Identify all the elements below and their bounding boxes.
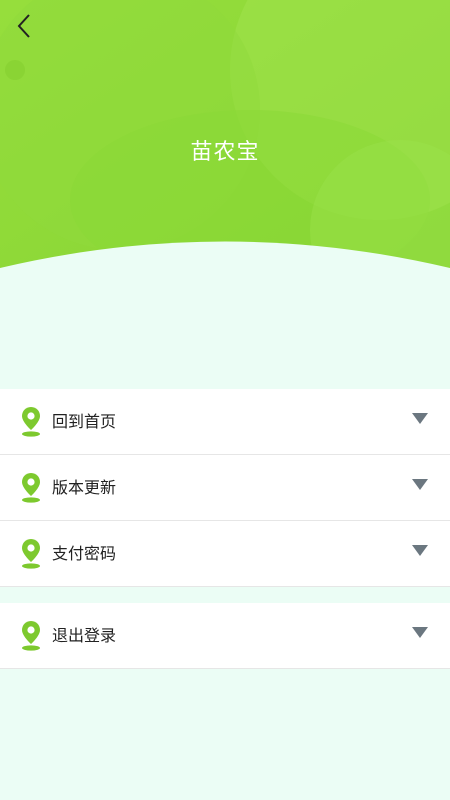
chevron-down-icon: [412, 545, 428, 556]
chevron-left-icon: [17, 14, 30, 38]
location-pin-icon: [22, 407, 40, 437]
location-pin-icon: [22, 473, 40, 503]
back-button[interactable]: [8, 8, 40, 44]
chevron-down-icon: [412, 479, 428, 490]
header-banner: 苗农宝: [0, 0, 450, 300]
menu-item-label: 支付密码: [52, 544, 117, 563]
menu-item-label: 退出登录: [52, 626, 117, 645]
menu-item-logout[interactable]: 退出登录: [0, 603, 450, 669]
menu-item-payment-password[interactable]: 支付密码: [0, 521, 450, 587]
menu-item-home[interactable]: 回到首页: [0, 389, 450, 455]
location-pin-icon: [22, 539, 40, 569]
logout-menu: 退出登录: [0, 603, 450, 669]
page-title: 苗农宝: [190, 140, 260, 165]
chevron-down-icon: [412, 413, 428, 424]
menu-item-label: 版本更新: [52, 478, 117, 497]
menu-item-version-update[interactable]: 版本更新: [0, 455, 450, 521]
settings-menu: 回到首页 版本更新 支付密码: [0, 389, 450, 587]
location-pin-icon: [22, 621, 40, 651]
menu-item-label: 回到首页: [52, 412, 117, 431]
chevron-down-icon: [412, 627, 428, 638]
